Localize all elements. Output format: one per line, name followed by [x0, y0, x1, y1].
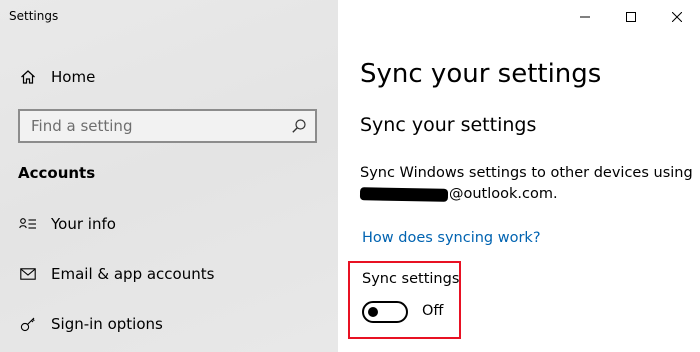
sidebar-item-label: Email & app accounts [51, 265, 215, 283]
search-box[interactable] [18, 109, 317, 143]
sidebar-item-your-info[interactable]: Your info [0, 204, 338, 244]
mail-icon [18, 264, 38, 284]
account-line: @outlook.com. [359, 184, 693, 205]
sync-description: Sync Windows settings to other devices u… [359, 163, 693, 205]
toggle-state-label: Off [422, 303, 444, 319]
toggle-knob [368, 307, 378, 317]
key-icon [18, 314, 38, 334]
minimize-icon [580, 16, 590, 18]
sidebar-item-label: Sign-in options [51, 315, 163, 333]
maximize-icon [626, 12, 636, 22]
home-icon [18, 67, 38, 87]
sidebar: Settings Home Accounts Your info Email &… [0, 0, 338, 352]
section-title: Sync your settings [360, 114, 537, 136]
section-heading-accounts: Accounts [18, 164, 96, 182]
email-domain: @outlook.com. [449, 186, 558, 202]
sidebar-item-email-app-accounts[interactable]: Email & app accounts [0, 254, 338, 294]
window-title: Settings [9, 9, 59, 23]
search-input[interactable] [20, 111, 290, 141]
redacted-email-username [359, 187, 449, 202]
minimize-button[interactable] [562, 0, 608, 34]
sync-settings-toggle[interactable] [362, 301, 408, 323]
how-syncing-works-link[interactable]: How does syncing work? [362, 230, 541, 246]
person-lines-icon [18, 214, 38, 234]
content-pane: Sync your settings Sync your settings Sy… [338, 0, 700, 352]
nav-home-label: Home [51, 68, 96, 86]
close-icon [672, 12, 682, 22]
nav-home[interactable]: Home [0, 57, 338, 97]
maximize-button[interactable] [608, 0, 654, 34]
description-line: Sync Windows settings to other devices u… [360, 165, 693, 181]
page-title: Sync your settings [360, 59, 602, 89]
sidebar-item-label: Your info [51, 215, 116, 233]
sync-settings-label: Sync settings [362, 271, 460, 287]
sidebar-item-sign-in-options[interactable]: Sign-in options [0, 304, 338, 344]
search-icon[interactable] [291, 118, 307, 134]
close-button[interactable] [654, 0, 700, 34]
